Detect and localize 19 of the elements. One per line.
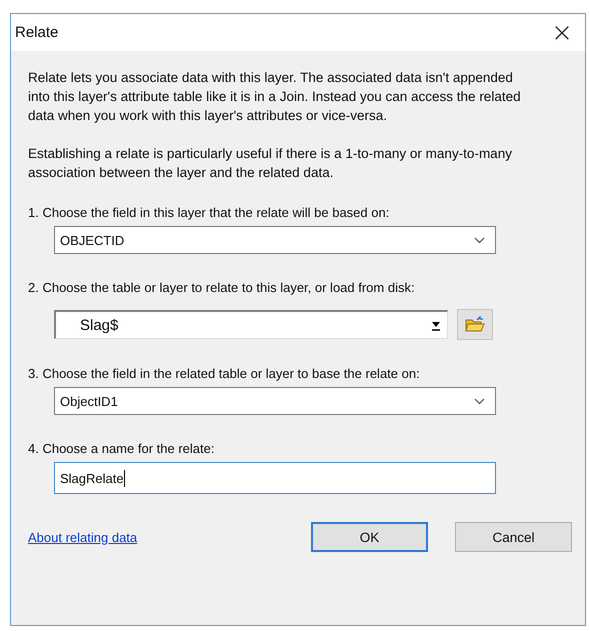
help-link[interactable]: About relating data: [28, 530, 138, 544]
dropdown-field[interactable]: ObjectID1: [54, 387, 496, 415]
chevron-down-icon: [474, 236, 485, 244]
step-label: 3. Choose the field in the related table or layer to base the relate on:: [28, 365, 421, 383]
browse-button[interactable]: [457, 309, 493, 340]
combo-field[interactable]: Slag$: [54, 310, 448, 339]
chevron-down-icon: [474, 398, 485, 404]
step-label: 2. Choose the table or layer to relate to this layer, or load from disk:: [28, 279, 416, 297]
step-label: 1. Choose the field in this layer that the relate will be based on:: [28, 204, 390, 222]
dropdown-field[interactable]: OBJECTID: [54, 226, 496, 254]
close-button[interactable]: ×: [539, 14, 585, 50]
window-title: Relate: [15, 24, 58, 41]
ok-button[interactable]: OK: [311, 522, 428, 552]
step-label: 4. Choose a name for the relate:: [28, 440, 216, 458]
name-input-field[interactable]: SlagRelate: [54, 462, 496, 494]
cancel-button[interactable]: Cancel: [455, 522, 572, 552]
description-text: Establishing a relate is particularly useful if there is a 1-to-many or many-to-many association between the layer and the related data.: [28, 145, 513, 182]
description-text: Relate lets you associate data with this layer. The associated data isn't appended into this layer's attribute table like it is in a Join. Instead you can access the related data when you work with this layer's attributes or vice-versa.: [28, 69, 522, 125]
folder-icon: [465, 316, 485, 333]
